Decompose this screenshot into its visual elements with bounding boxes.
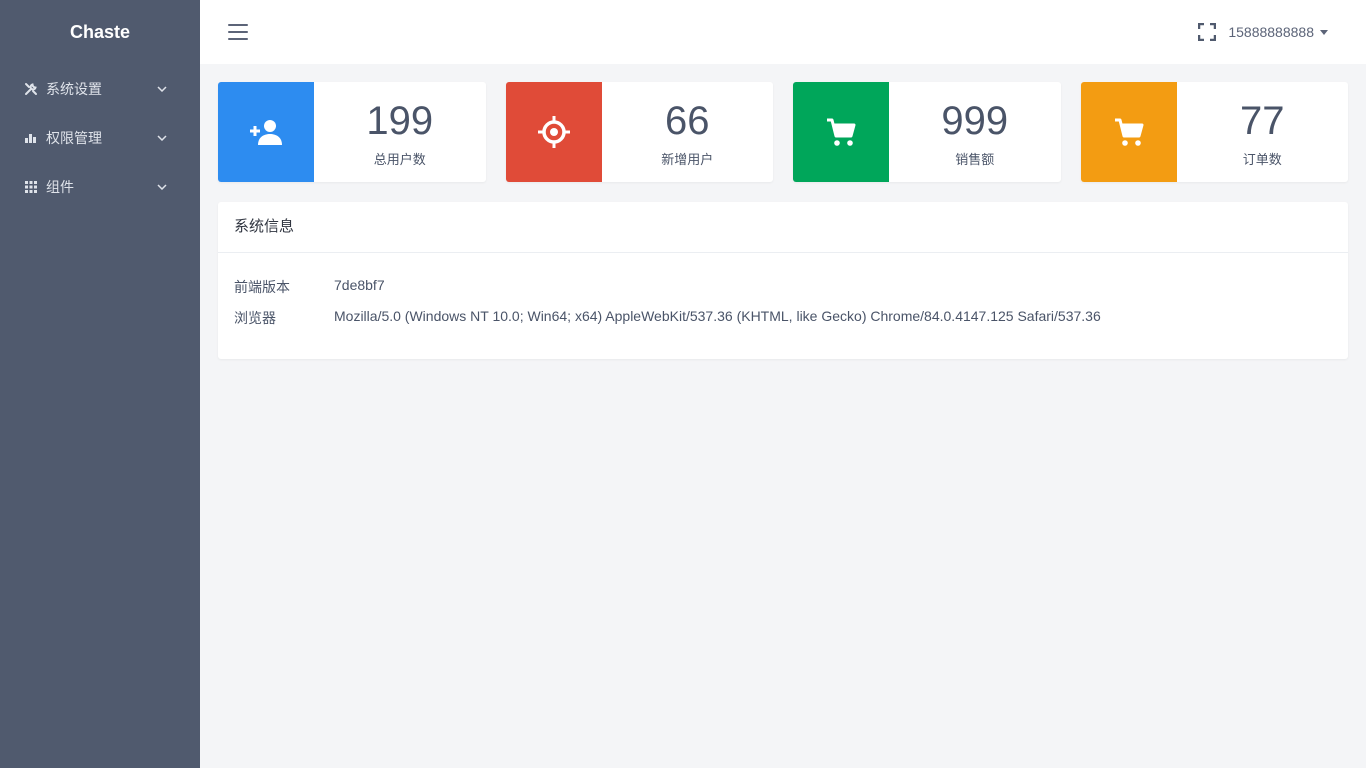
stat-body: 999 销售额 — [889, 82, 1061, 182]
info-row-browser: 浏览器 Mozilla/5.0 (Windows NT 10.0; Win64;… — [234, 308, 1332, 339]
add-user-icon — [250, 120, 282, 145]
stat-icon-box — [505, 82, 602, 182]
info-value: 7de8bf7 — [334, 277, 385, 293]
stats-row: 199 总用户数 66 新增用户 999 销售额 77 订单数 — [218, 82, 1348, 182]
stat-value: 66 — [665, 98, 710, 143]
stat-label: 订单数 — [1242, 151, 1282, 167]
stat-label: 总用户数 — [373, 151, 426, 167]
chevron-down-icon — [156, 83, 168, 95]
sidebar-item-system-settings[interactable]: 系统设置 — [0, 64, 200, 113]
cart-icon — [827, 118, 856, 146]
stat-body: 199 总用户数 — [314, 82, 486, 182]
stat-icon-box — [793, 82, 889, 182]
menu-toggle-icon[interactable] — [228, 24, 248, 40]
cart-icon — [1114, 118, 1143, 146]
stat-body: 66 新增用户 — [602, 82, 774, 182]
app-root: Chaste 系统设置 权限管理 组件 15888888888 199 总用户数… — [0, 0, 1366, 768]
sidebar-item-components[interactable]: 组件 — [0, 162, 200, 211]
stat-value: 199 — [366, 98, 434, 143]
panel-title: 系统信息 — [218, 202, 1348, 253]
brand-logo[interactable]: Chaste — [0, 0, 200, 64]
sidebar-item-label: 系统设置 — [46, 80, 102, 97]
stat-label: 销售额 — [955, 151, 995, 167]
user-menu[interactable]: 15888888888 — [1228, 24, 1328, 40]
top-header: 15888888888 — [200, 0, 1366, 64]
stat-value: 77 — [1240, 98, 1285, 143]
stat-card-total-users[interactable]: 199 总用户数 — [218, 82, 486, 182]
stat-card-new-users[interactable]: 66 新增用户 — [505, 82, 774, 182]
bar-chart-icon — [24, 131, 38, 145]
system-info-panel: 系统信息 前端版本 7de8bf7 浏览器 Mozilla/5.0 (Windo… — [218, 202, 1348, 359]
stat-icon-box — [1080, 82, 1177, 182]
stat-label: 新增用户 — [661, 151, 714, 167]
grid-icon — [24, 180, 38, 194]
stat-icon-box — [218, 82, 314, 182]
panel-body: 前端版本 7de8bf7 浏览器 Mozilla/5.0 (Windows NT… — [218, 253, 1348, 359]
fullscreen-icon[interactable] — [1198, 22, 1217, 42]
chevron-down-icon — [156, 132, 168, 144]
main-area: 15888888888 199 总用户数 66 新增用户 999 销售额 77 … — [200, 0, 1366, 768]
tools-icon — [24, 82, 38, 96]
info-key: 前端版本 — [234, 279, 290, 295]
stat-card-sales[interactable]: 999 销售额 — [793, 82, 1061, 182]
chevron-down-icon — [156, 181, 168, 193]
info-value: Mozilla/5.0 (Windows NT 10.0; Win64; x64… — [334, 308, 1101, 324]
stat-value: 999 — [941, 98, 1009, 143]
stat-body: 77 订单数 — [1177, 82, 1349, 182]
caret-down-icon — [1320, 29, 1328, 35]
header-right: 15888888888 — [1198, 22, 1328, 42]
user-name: 15888888888 — [1228, 24, 1314, 40]
sidebar-item-label: 权限管理 — [46, 129, 102, 146]
sidebar-item-permissions[interactable]: 权限管理 — [0, 113, 200, 162]
info-row-frontend-version: 前端版本 7de8bf7 — [234, 277, 1332, 308]
info-key: 浏览器 — [234, 310, 276, 326]
stat-card-orders[interactable]: 77 订单数 — [1080, 82, 1349, 182]
sidebar: Chaste 系统设置 权限管理 组件 — [0, 0, 200, 768]
target-icon — [537, 116, 570, 148]
content: 199 总用户数 66 新增用户 999 销售额 77 订单数 系统信息 前端版… — [200, 64, 1366, 377]
sidebar-item-label: 组件 — [46, 178, 74, 195]
